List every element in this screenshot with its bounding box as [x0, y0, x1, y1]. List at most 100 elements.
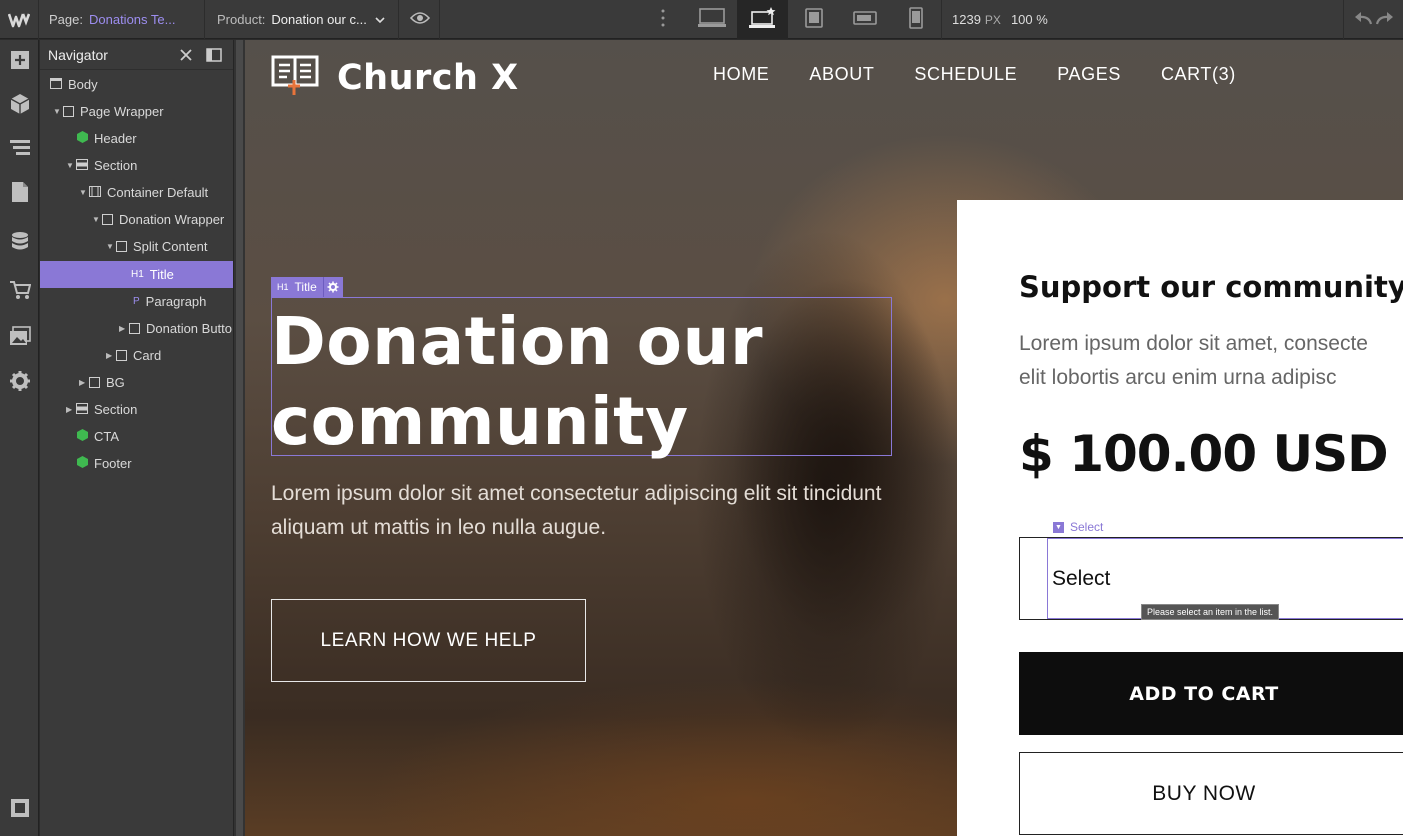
- nav-item-cta[interactable]: CTA: [40, 423, 233, 450]
- learn-how-we-help-button[interactable]: LEARN HOW WE HELP: [271, 599, 586, 682]
- selected-element-name: Title: [294, 280, 317, 294]
- menu-home[interactable]: HOME: [713, 64, 769, 85]
- images-icon: [9, 325, 31, 351]
- nav-item-label: Header: [94, 131, 137, 146]
- mobile-portrait-breakpoint[interactable]: [890, 0, 941, 39]
- gear-icon[interactable]: [322, 277, 343, 297]
- canvas-width: 1239: [952, 12, 981, 27]
- nav-item-label: Donation Wrapper: [119, 212, 225, 227]
- cms-button[interactable]: [0, 222, 39, 266]
- heading-tag-label: H1: [277, 282, 289, 292]
- hero-heading-line-2: community: [271, 383, 689, 460]
- menu-about[interactable]: ABOUT: [809, 64, 874, 85]
- caret-down-icon[interactable]: ▼: [92, 215, 102, 224]
- symbols-button[interactable]: [0, 84, 39, 128]
- product-name: Donation our c...: [271, 12, 367, 27]
- hero-paragraph[interactable]: Lorem ipsum dolor sit amet consectetur a…: [271, 477, 891, 545]
- div-block-icon: [129, 323, 140, 334]
- nav-item-section[interactable]: ▼ Section: [40, 152, 233, 179]
- nav-item-card[interactable]: ▶ Card: [40, 342, 233, 369]
- left-tool-bar: [0, 40, 39, 836]
- caret-down-icon[interactable]: ▼: [66, 161, 76, 170]
- navigator-header: Navigator: [40, 40, 233, 70]
- navigator-panel: Navigator Body ▼ Page Wrapper Header ▼ S…: [40, 40, 233, 836]
- close-icon[interactable]: [179, 48, 193, 65]
- audit-panel-button[interactable]: [0, 788, 39, 832]
- nav-item-label: Container Default: [107, 185, 209, 200]
- canvas-zoom: 100 %: [1010, 12, 1048, 27]
- nav-item-header[interactable]: Header: [40, 125, 233, 152]
- hero-heading[interactable]: Donation our community: [271, 302, 891, 462]
- desktop-large-breakpoint[interactable]: [686, 0, 737, 39]
- gear-icon: [9, 370, 31, 397]
- add-elements-button[interactable]: [0, 40, 39, 84]
- assets-button[interactable]: [0, 316, 39, 360]
- nav-item-label: Paragraph: [145, 294, 207, 309]
- nav-item-split-content[interactable]: ▼ Split Content: [40, 233, 233, 260]
- site-main-menu: HOME ABOUT SCHEDULE PAGES CART(3): [713, 64, 1276, 85]
- menu-pages[interactable]: PAGES: [1057, 64, 1121, 85]
- nav-item-container-default[interactable]: ▼ Container Default: [40, 179, 233, 206]
- section-icon: [76, 158, 88, 173]
- page-selector[interactable]: Page: Donations Te...: [40, 0, 205, 39]
- select-element-tag-label: Select: [1070, 520, 1104, 534]
- webflow-logo[interactable]: [0, 0, 39, 39]
- nav-item-label: Section: [94, 158, 138, 173]
- navigator-button[interactable]: [0, 128, 39, 172]
- caret-right-icon[interactable]: ▶: [119, 324, 129, 333]
- paragraph-icon: P: [133, 296, 140, 307]
- more-options-button[interactable]: [640, 0, 686, 39]
- nav-item-paragraph[interactable]: P Paragraph: [40, 288, 233, 315]
- div-block-icon: [102, 214, 113, 225]
- nav-item-label: CTA: [94, 429, 120, 444]
- caret-right-icon[interactable]: ▶: [106, 351, 116, 360]
- heading-icon: H1: [131, 269, 144, 280]
- nav-item-section-2[interactable]: ▶ Section: [40, 396, 233, 423]
- tablet-breakpoint[interactable]: [788, 0, 839, 39]
- nav-item-title[interactable]: H1 Title: [40, 261, 233, 288]
- selected-element-label[interactable]: H1 Title: [271, 277, 343, 297]
- product-selector[interactable]: Product: Donation our c...: [206, 0, 399, 39]
- caret-right-icon[interactable]: ▶: [66, 405, 76, 414]
- undo-icon[interactable]: [1354, 11, 1372, 28]
- nav-item-bg[interactable]: ▶ BG: [40, 369, 233, 396]
- plus-box-icon: [10, 50, 30, 75]
- page-icon: [11, 181, 29, 208]
- menu-cart[interactable]: CART(3): [1161, 64, 1236, 85]
- site-logo[interactable]: Church X: [271, 54, 519, 101]
- menu-schedule[interactable]: SCHEDULE: [914, 64, 1017, 85]
- caret-down-icon[interactable]: ▼: [79, 188, 89, 197]
- nav-item-page-wrapper[interactable]: ▼ Page Wrapper: [40, 98, 233, 125]
- nav-item-donation-button[interactable]: ▶ Donation Butto: [40, 315, 233, 342]
- canvas-width-unit: PX: [984, 12, 1001, 27]
- tablet-icon: [804, 8, 824, 31]
- caret-right-icon[interactable]: ▶: [79, 378, 89, 387]
- settings-button[interactable]: [0, 361, 39, 405]
- desktop-base-breakpoint[interactable]: [737, 0, 788, 39]
- div-block-icon: [116, 350, 127, 361]
- select-element-tag[interactable]: ▼ Select: [1053, 520, 1103, 534]
- caret-down-icon[interactable]: ▼: [53, 107, 63, 116]
- nav-item-body[interactable]: Body: [40, 71, 233, 98]
- nav-item-donation-wrapper[interactable]: ▼ Donation Wrapper: [40, 206, 233, 233]
- dock-panel-icon[interactable]: [206, 48, 222, 65]
- design-canvas[interactable]: Church X HOME ABOUT SCHEDULE PAGES CART(…: [245, 40, 1403, 836]
- mobile-landscape-breakpoint[interactable]: [839, 0, 890, 39]
- card-description: Lorem ipsum dolor sit amet, consecte eli…: [1019, 327, 1403, 395]
- pages-button[interactable]: [0, 172, 39, 216]
- symbol-icon: [77, 429, 88, 444]
- navigator-title: Navigator: [48, 46, 108, 63]
- card-description-line-2: elit lobortis arcu enim urna adipisc: [1019, 366, 1337, 389]
- redo-icon[interactable]: [1375, 11, 1394, 28]
- caret-down-icon[interactable]: ▼: [106, 242, 116, 251]
- nav-item-label: BG: [106, 375, 125, 390]
- buy-now-button[interactable]: BUY NOW: [1019, 752, 1403, 835]
- brand-name: Church X: [337, 57, 519, 98]
- nav-item-footer[interactable]: Footer: [40, 450, 233, 477]
- panel-resize-handle[interactable]: [233, 40, 245, 836]
- window-box-icon: [10, 798, 30, 823]
- preview-eye-button[interactable]: [400, 0, 440, 39]
- add-to-cart-button[interactable]: ADD TO CART: [1019, 652, 1403, 735]
- monitor-icon: [697, 8, 726, 31]
- ecommerce-button[interactable]: [0, 270, 39, 314]
